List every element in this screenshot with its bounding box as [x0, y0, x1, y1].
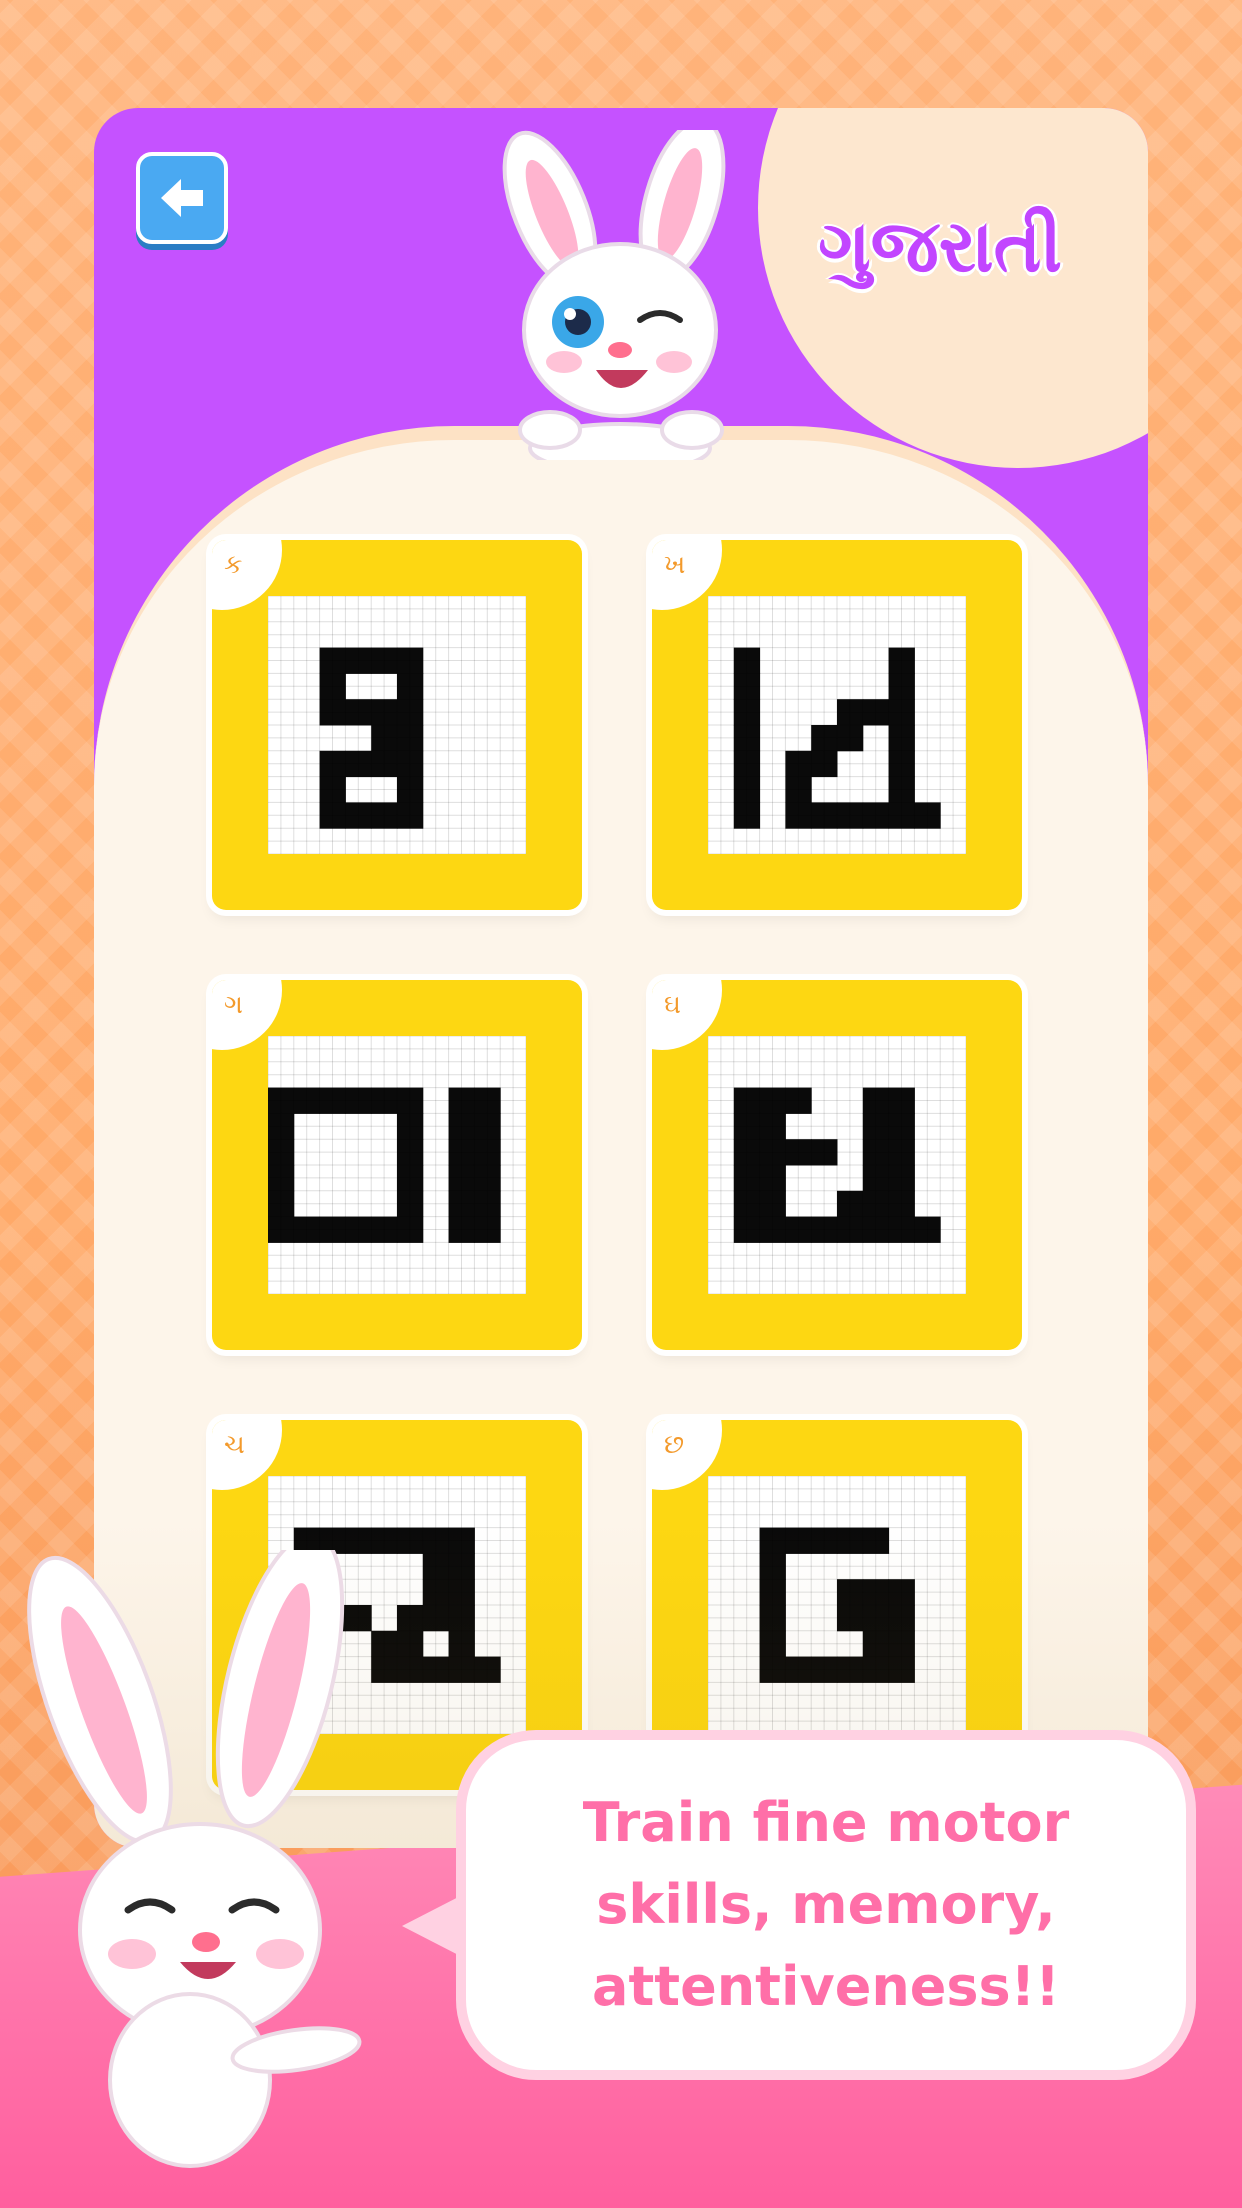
bubble-line-2: skills, memory, [596, 1873, 1056, 1936]
pixel-grid [268, 596, 526, 854]
card-letter-label: ખ [664, 550, 686, 580]
pixel-grid [708, 1476, 966, 1734]
pixel-grid [708, 1036, 966, 1294]
card-letter-label: ઘ [664, 990, 681, 1020]
card-letter-label: છ [664, 1430, 685, 1460]
arrow-left-icon [161, 179, 203, 217]
bunny-mascot-bottom [27, 1550, 362, 2168]
card-letter-label: ચ [224, 1430, 245, 1460]
letter-card-kha[interactable]: ખ [652, 540, 1022, 910]
letter-card-ka[interactable]: ક [212, 540, 582, 910]
speech-bubble: Train fine motor skills, memory, attenti… [456, 1730, 1196, 2080]
pixel-grid [268, 1036, 526, 1294]
bunny-mascot-top [502, 130, 726, 460]
card-letter-label: ગ [224, 990, 243, 1020]
language-label: ગુજરાતી [818, 204, 1062, 288]
bubble-line-3: attentiveness!! [592, 1955, 1060, 2018]
card-letter-label: ક [224, 550, 243, 580]
back-button[interactable] [136, 152, 228, 244]
pixel-grid [708, 596, 966, 854]
letter-card-ga[interactable]: ગ [212, 980, 582, 1350]
letter-card-gha[interactable]: ઘ [652, 980, 1022, 1350]
bubble-line-1: Train fine motor [582, 1791, 1070, 1854]
